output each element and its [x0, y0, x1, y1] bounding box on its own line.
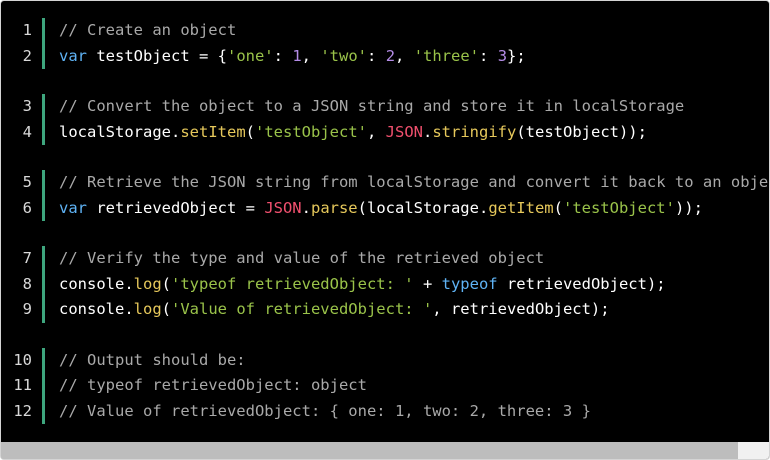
code-group: 1// Create an object 2 var testObject = {'… [1, 18, 769, 69]
line-number: 1 [22, 21, 32, 39]
code-token-kw: var [59, 46, 87, 65]
code-block: 1// Create an object 2 var testObject = {'… [0, 0, 770, 460]
code-line: 4 localStorage.setItem('testObject', JSON… [1, 120, 769, 146]
code-group: 5 // Retrieve the JSON string from localS… [1, 170, 769, 221]
code-token-punc: ( [553, 198, 563, 217]
code-token-fn: log [133, 300, 162, 318]
line-number: 7 [22, 249, 32, 267]
code-token-comment: // typeof retrievedObject: object [59, 376, 367, 394]
code-token-comment: // Verify the type and value of the retr… [59, 249, 545, 267]
code-token-str: 'testObject' [562, 198, 675, 217]
code-token-str: 'typeof retrievedObject: ' [171, 274, 414, 293]
code-token-str: 'testObject' [255, 122, 367, 141]
code-token-punc: , [395, 46, 414, 65]
code-line: 8 console.log('typeof retrievedObject: ' … [1, 272, 769, 298]
code-line: 9 console.log('Value of retrievedObject: … [1, 297, 769, 323]
line-number: 10 [13, 350, 32, 369]
code-token-var: (testObject)); [516, 122, 647, 141]
code-text: // typeof retrievedObject: object [32, 373, 367, 399]
code-token-fn: setItem [180, 122, 246, 141]
code-text: // Create an object [32, 18, 236, 44]
code-token-fn: stringify [432, 122, 517, 141]
code-text: // Verify the type and value of the retr… [32, 246, 544, 272]
code-token-str: 'three' [413, 46, 480, 65]
line-number: 4 [22, 122, 32, 141]
code-token-var: console. [59, 274, 134, 293]
code-line: 5 // Retrieve the JSON string from localS… [1, 170, 769, 196]
code-token-obj: JSON [385, 122, 423, 141]
code-token-comment: // Value of retrievedObject: { one: 1, t… [59, 401, 591, 420]
code-token-str: 'two' [320, 46, 368, 65]
code-text: // Convert the object to a JSON string a… [32, 94, 684, 120]
code-token-comment: // Output should be: [59, 350, 246, 369]
code-token-comment: // Convert the object to a JSON string a… [59, 97, 685, 115]
code-content: 1// Create an object 2 var testObject = {'… [1, 18, 769, 441]
code-token-punc: . [422, 122, 433, 141]
code-token-var: retrievedObject); [497, 274, 666, 293]
code-token-punc: , [366, 122, 386, 141]
code-line: 7 // Verify the type and value of the ret… [1, 246, 769, 272]
code-token-var: , retrievedObject); [432, 300, 610, 318]
code-token-comment: // Retrieve the JSON string from localSt… [59, 173, 769, 191]
code-token-kw: var [59, 198, 87, 217]
code-token-punc: , [301, 46, 321, 65]
code-token-punc: ( [245, 122, 255, 141]
code-token-comment: // Create an object [59, 21, 237, 39]
code-text: localStorage.setItem('testObject', JSON.… [32, 120, 647, 146]
code-token-str: 'Value of retrievedObject: ' [171, 300, 433, 318]
line-number: 11 [13, 376, 32, 394]
code-token-obj: JSON [264, 198, 302, 217]
line-number: 6 [22, 198, 32, 217]
code-token-num: 1 [292, 46, 302, 65]
code-text: // Value of retrievedObject: { one: 1, t… [32, 399, 591, 425]
code-token-punc: : [273, 46, 293, 65]
scrollbar-thumb[interactable] [1, 442, 738, 459]
code-token-var: console. [59, 300, 134, 318]
code-group: 3 // Convert the object to a JSON string … [1, 94, 769, 145]
code-text: var testObject = {'one': 1, 'two': 2, 't… [32, 44, 526, 70]
code-text: var retrievedObject = JSON.parse(localSt… [32, 196, 703, 222]
code-token-punc: }; [507, 46, 526, 65]
code-line: 3 // Convert the object to a JSON string … [1, 94, 769, 120]
code-token-punc: : [479, 46, 498, 65]
code-text: console.log('typeof retrievedObject: ' +… [32, 272, 666, 298]
code-token-punc: ( [161, 300, 171, 318]
code-token-punc: : [367, 46, 386, 65]
code-token-punc: )); [674, 198, 703, 217]
line-number: 5 [22, 173, 32, 191]
code-token-punc: + [413, 274, 442, 293]
code-text: console.log('Value of retrievedObject: '… [32, 297, 610, 323]
code-token-fn: log [133, 274, 162, 293]
line-number: 2 [22, 46, 32, 65]
code-token-num: 3 [497, 46, 508, 65]
code-token-var: (localStorage. [357, 198, 489, 217]
code-token-fn: parse [310, 198, 358, 217]
code-token-var: testObject = { [87, 46, 227, 65]
line-number: 12 [13, 401, 32, 420]
code-group: 10 // Output should be: 11 // typeof retrie… [1, 347, 769, 425]
code-text: // Retrieve the JSON string from localSt… [32, 170, 769, 196]
code-token-fn: getItem [488, 198, 554, 217]
code-token-punc: ( [161, 274, 171, 293]
code-token-var: localStorage. [59, 122, 181, 141]
code-line: 10 // Output should be: [1, 348, 769, 374]
code-line: 12 // Value of retrievedObject: { one: 1,… [1, 399, 769, 425]
line-number: 3 [22, 97, 32, 115]
line-number: 9 [22, 300, 32, 318]
code-text: // Output should be: [32, 348, 246, 374]
code-group: 7 // Verify the type and value of the ret… [1, 246, 769, 323]
code-line: 11 // typeof retrievedObject: object [1, 373, 769, 399]
code-line: 2 var testObject = {'one': 1, 'two': 2, '… [1, 44, 769, 70]
code-token-str: 'one' [226, 46, 274, 65]
code-token-kw: typeof [441, 274, 498, 293]
code-token-punc: . [301, 198, 311, 217]
line-number: 8 [22, 274, 32, 293]
horizontal-scrollbar[interactable] [1, 442, 769, 459]
code-line: 6 var retrievedObject = JSON.parse(localS… [1, 196, 769, 222]
code-line: 1 // Create an object [1, 18, 769, 44]
code-token-num: 2 [385, 46, 396, 65]
code-token-var: retrievedObject = [87, 198, 265, 217]
